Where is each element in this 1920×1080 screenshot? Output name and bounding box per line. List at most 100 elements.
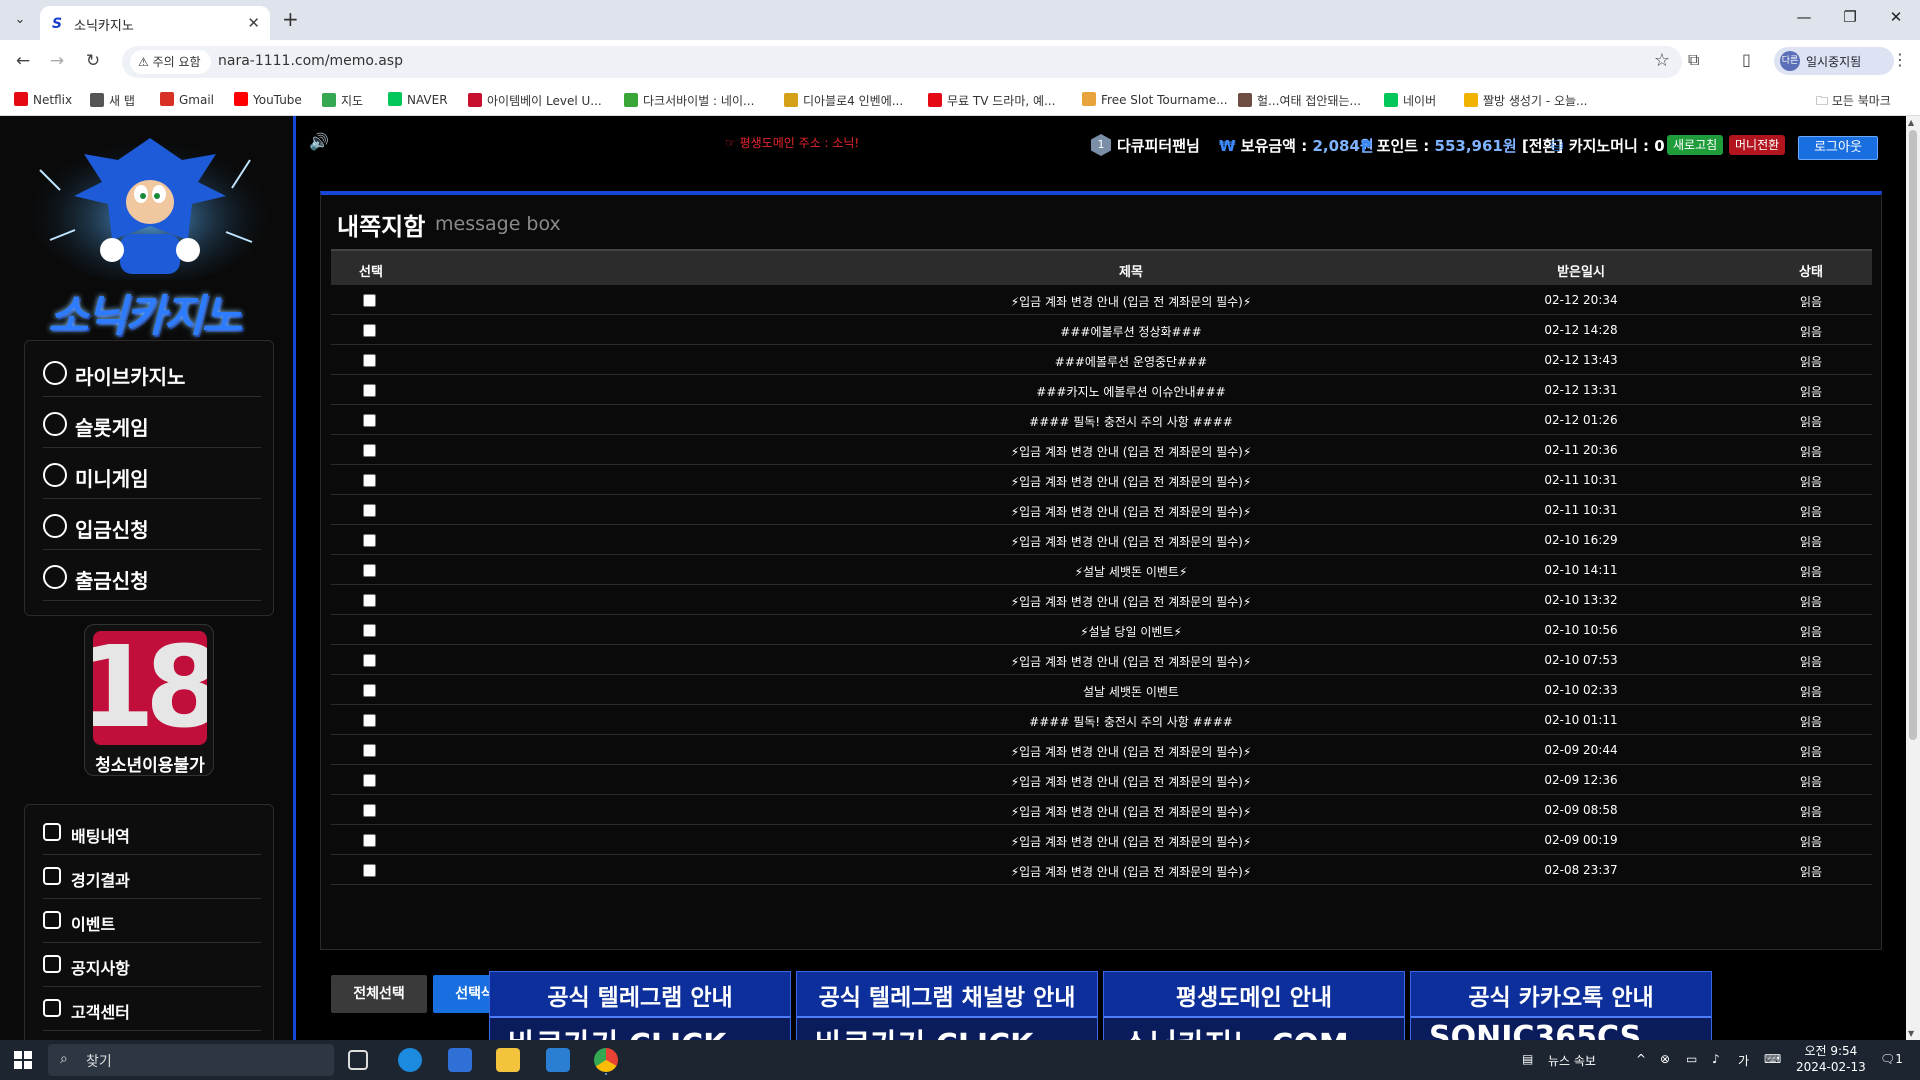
message-checkbox[interactable] [363, 324, 376, 337]
sub-menu-item[interactable]: 배팅내역 [43, 811, 261, 855]
bookmark-item[interactable]: 아이템베이 Level U... [468, 92, 602, 109]
side-panel-icon[interactable]: ▯ [1742, 50, 1751, 69]
bookmark-star-icon[interactable]: ☆ [1654, 50, 1670, 71]
news-widget[interactable]: 뉴스 속보 [1548, 1052, 1596, 1069]
message-row[interactable]: ⚡입금 계좌 변경 안내 (입금 전 계좌문의 필수)⚡ 02-10 13:32 읽… [331, 585, 1872, 615]
message-checkbox[interactable] [363, 654, 376, 667]
close-tab-icon[interactable]: ✕ [247, 14, 260, 32]
tray-app-icon[interactable]: ⊗ [1660, 1052, 1670, 1066]
message-row[interactable]: #### 필독! 충전시 주의 사항 #### 02-10 01:11 읽음 [331, 705, 1872, 735]
domain-banner[interactable]: 평생도메인 안내소닉카지노.COM [1103, 971, 1405, 1040]
windows-start-icon[interactable] [14, 1051, 32, 1069]
select-all-button[interactable]: 전체선택 [331, 975, 427, 1013]
message-checkbox[interactable] [363, 774, 376, 787]
message-checkbox[interactable] [363, 414, 376, 427]
message-row[interactable]: ⚡입금 계좌 변경 안내 (입금 전 계좌문의 필수)⚡ 02-12 20:34 읽… [331, 285, 1872, 315]
message-row[interactable]: ⚡입금 계좌 변경 안내 (입금 전 계좌문의 필수)⚡ 02-09 12:36 읽… [331, 765, 1872, 795]
message-row[interactable]: ⚡설날 당일 이벤트⚡ 02-10 10:56 읽음 [331, 615, 1872, 645]
scroll-down-icon[interactable]: ▼ [1908, 1029, 1914, 1038]
bookmark-item[interactable]: 무료 TV 드라마, 예... [928, 92, 1055, 109]
bookmark-item[interactable]: Gmail [160, 92, 214, 107]
volume-icon[interactable]: ♪ [1712, 1052, 1720, 1066]
network-icon[interactable]: ▭ [1686, 1052, 1697, 1066]
message-row[interactable]: ⚡입금 계좌 변경 안내 (입금 전 계좌문의 필수)⚡ 02-11 10:31 읽… [331, 495, 1872, 525]
refresh-button[interactable]: 새로고침 [1667, 135, 1724, 155]
back-button[interactable]: ← [12, 51, 34, 71]
bookmark-item[interactable]: 디아블로4 인벤에... [784, 92, 903, 109]
task-view-icon[interactable] [348, 1050, 368, 1070]
message-checkbox[interactable] [363, 804, 376, 817]
store-icon[interactable] [448, 1048, 472, 1072]
bookmark-item[interactable]: 헐...여태 접안돼는... [1238, 92, 1361, 109]
domain-notice[interactable]: ☞ 평생도메인 주소 : 소닉! [725, 134, 859, 151]
message-checkbox[interactable] [363, 444, 376, 457]
tray-overflow-icon[interactable]: ^ [1636, 1052, 1646, 1066]
forward-button[interactable]: → [46, 51, 68, 71]
message-checkbox[interactable] [363, 564, 376, 577]
site-logo[interactable]: 소닉카지노 [20, 130, 280, 342]
main-menu-item[interactable]: 라이브카지노 [43, 347, 261, 397]
message-checkbox[interactable] [363, 624, 376, 637]
scrollbar-thumb[interactable] [1909, 130, 1917, 740]
message-checkbox[interactable] [363, 384, 376, 397]
extensions-icon[interactable]: ⧉ [1688, 50, 1699, 70]
edge-icon[interactable] [398, 1048, 422, 1072]
all-bookmarks-button[interactable]: 🗀 모든 북마크 [1816, 92, 1891, 113]
address-bar[interactable]: ⚠ 주의 요함 nara-1111.com/memo.asp ☆ [122, 46, 1682, 78]
message-row[interactable]: ⚡입금 계좌 변경 안내 (입금 전 계좌문의 필수)⚡ 02-09 00:19 읽… [331, 825, 1872, 855]
sub-menu-item[interactable]: 고객센터 [43, 987, 261, 1031]
file-explorer-icon[interactable] [496, 1048, 520, 1072]
restore-window-button[interactable]: ❐ [1830, 8, 1870, 26]
message-row[interactable]: ⚡입금 계좌 변경 안내 (입금 전 계좌문의 필수)⚡ 02-10 16:29 읽… [331, 525, 1872, 555]
message-checkbox[interactable] [363, 294, 376, 307]
tab-active[interactable]: S 소닉카지노 ✕ [40, 6, 270, 40]
main-menu-item[interactable]: 출금신청 [43, 551, 261, 601]
new-tab-button[interactable]: + [282, 9, 299, 29]
news-icon[interactable]: ▤ [1522, 1052, 1533, 1066]
bookmark-item[interactable]: Netflix [14, 92, 72, 107]
bookmark-item[interactable]: NAVER [388, 92, 448, 107]
message-checkbox[interactable] [363, 684, 376, 697]
telegram-banner[interactable]: 공식 텔레그램 안내바로가기 CLICK [489, 971, 791, 1040]
message-row[interactable]: ⚡설날 세뱃돈 이벤트⚡ 02-10 14:11 읽음 [331, 555, 1872, 585]
telegram-channel-banner[interactable]: 공식 텔레그램 채널방 안내바로가기 CLICK [796, 971, 1098, 1040]
message-row[interactable]: ⚡입금 계좌 변경 안내 (입금 전 계좌문의 필수)⚡ 02-09 20:44 읽… [331, 735, 1872, 765]
taskbar-search[interactable]: ⌕ 찾기 [48, 1044, 334, 1076]
message-checkbox[interactable] [363, 834, 376, 847]
url-text[interactable]: nara-1111.com/memo.asp [218, 53, 403, 69]
message-checkbox[interactable] [363, 864, 376, 877]
bookmark-item[interactable]: YouTube [234, 92, 302, 107]
bookmark-item[interactable]: 네이버 [1384, 92, 1436, 109]
main-menu-item[interactable]: 입금신청 [43, 500, 261, 550]
message-row[interactable]: ###에볼루션 정상화### 02-12 14:28 읽음 [331, 315, 1872, 345]
bookmark-item[interactable]: Free Slot Tourname... [1082, 92, 1228, 107]
minimize-window-button[interactable]: — [1784, 8, 1824, 26]
security-chip[interactable]: ⚠ 주의 요함 [130, 50, 211, 74]
message-checkbox[interactable] [363, 474, 376, 487]
message-checkbox[interactable] [363, 354, 376, 367]
notification-icon[interactable]: 🗨1 [1880, 1052, 1903, 1066]
reload-button[interactable]: ↻ [82, 51, 104, 71]
close-window-button[interactable]: ✕ [1876, 8, 1916, 26]
bookmark-item[interactable]: 짤방 생성기 - 오늘... [1464, 92, 1588, 109]
message-row[interactable]: ⚡입금 계좌 변경 안내 (입금 전 계좌문의 필수)⚡ 02-11 20:36 읽… [331, 435, 1872, 465]
sub-menu-item[interactable]: 이벤트 [43, 899, 261, 943]
bookmark-item[interactable]: 지도 [322, 92, 363, 109]
message-checkbox[interactable] [363, 504, 376, 517]
profile-button[interactable]: 다른 일시중지됨 [1774, 47, 1894, 75]
message-row[interactable]: ⚡입금 계좌 변경 안내 (입금 전 계좌문의 필수)⚡ 02-08 23:37 읽… [331, 855, 1872, 885]
scroll-up-icon[interactable]: ▲ [1908, 118, 1914, 127]
chrome-icon[interactable] [594, 1048, 618, 1072]
message-checkbox[interactable] [363, 714, 376, 727]
browser-menu-icon[interactable]: ⋮ [1892, 50, 1908, 69]
page-scrollbar[interactable]: ▲ ▼ [1906, 116, 1920, 1040]
message-checkbox[interactable] [363, 594, 376, 607]
keyboard-icon[interactable]: ⌨ [1764, 1052, 1781, 1066]
message-checkbox[interactable] [363, 534, 376, 547]
sub-menu-item[interactable]: 공지사항 [43, 943, 261, 987]
bookmark-item[interactable]: 새 탭 [90, 92, 135, 109]
message-row[interactable]: ###카지노 에볼루션 이슈안내### 02-12 13:31 읽음 [331, 375, 1872, 405]
money-convert-button[interactable]: 머니전환 [1729, 135, 1786, 155]
system-clock[interactable]: 오전 9:54 2024-02-13 [1796, 1043, 1866, 1075]
logout-button[interactable]: 로그아웃 [1798, 136, 1878, 160]
